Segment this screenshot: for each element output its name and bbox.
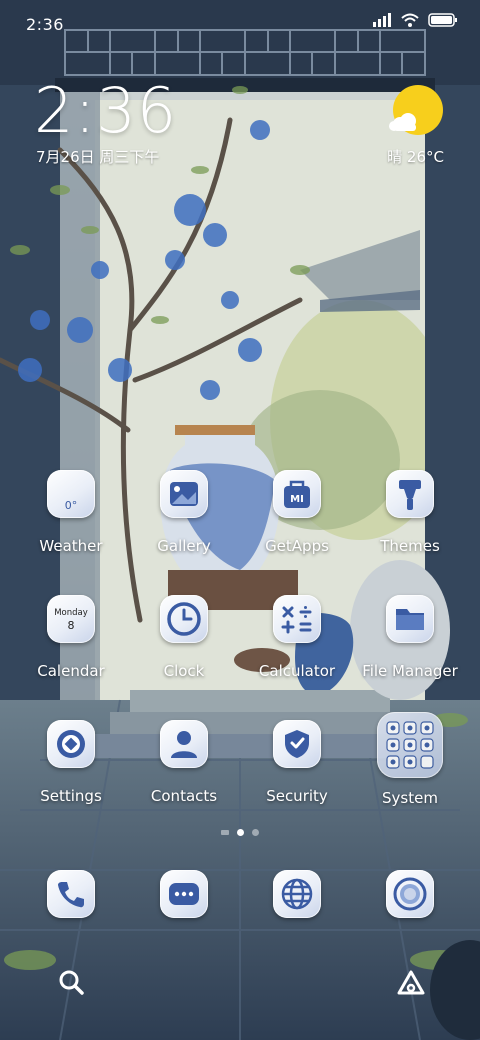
folder-system[interactable]: System [355, 712, 465, 807]
settings-icon [47, 720, 95, 768]
app-label: Clock [163, 662, 205, 680]
app-getapps[interactable]: MI GetApps [242, 470, 352, 555]
calendar-icon: Monday 8 [47, 595, 95, 643]
weather-temp: 晴 26°C [387, 148, 444, 166]
search-icon[interactable] [57, 968, 87, 998]
clock-icon [160, 595, 208, 643]
app-label: Security [266, 787, 328, 805]
app-weather[interactable]: 0° Weather [16, 470, 126, 555]
calendar-icon-date: 8 [68, 619, 75, 632]
app-label: Weather [39, 537, 103, 555]
page-dot[interactable] [252, 829, 259, 836]
status-icons [372, 12, 458, 28]
dock-browser[interactable] [242, 870, 352, 918]
home-date: 7月26日 周三下午 [36, 148, 160, 166]
app-label: Calendar [37, 662, 105, 680]
gallery-icon [160, 470, 208, 518]
app-settings[interactable]: Settings [16, 720, 126, 805]
assistant-icon[interactable] [395, 968, 427, 998]
app-label: Contacts [150, 787, 218, 805]
getapps-icon: MI [273, 470, 321, 518]
calendar-icon-day: Monday [54, 608, 88, 618]
app-gallery[interactable]: Gallery [129, 470, 239, 555]
bottom-bar [0, 960, 480, 1010]
app-label: Gallery [157, 537, 211, 555]
app-contacts[interactable]: Contacts [129, 720, 239, 805]
app-label: Themes [380, 537, 440, 555]
battery-icon [428, 13, 457, 27]
app-calendar[interactable]: Monday 8 Calendar [16, 595, 126, 680]
status-bar: 2:36 [0, 0, 480, 48]
sunny-icon [389, 85, 443, 135]
folder-grid-icon [377, 712, 443, 778]
contacts-icon [160, 720, 208, 768]
app-file-manager[interactable]: File Manager [355, 595, 465, 680]
app-clock[interactable]: Clock [129, 595, 239, 680]
dock-phone[interactable] [16, 870, 126, 918]
app-security[interactable]: Security [242, 720, 352, 805]
page-indicator[interactable] [0, 829, 480, 836]
dock-camera[interactable] [355, 870, 465, 918]
page-dot-active[interactable] [237, 829, 244, 836]
home-clock[interactable]: 2:36 [34, 80, 177, 142]
app-label: File Manager [362, 662, 458, 680]
signal-icon [373, 13, 391, 27]
wifi-icon [401, 13, 419, 27]
app-calculator[interactable]: Calculator [242, 595, 352, 680]
camera-icon [386, 870, 434, 918]
app-themes[interactable]: Themes [355, 470, 465, 555]
weather-icon-temp: 0° [65, 499, 78, 512]
app-label: GetApps [265, 537, 329, 555]
dock-messages[interactable] [129, 870, 239, 918]
themes-icon [386, 470, 434, 518]
status-time: 2:36 [26, 15, 64, 34]
app-label: System [382, 789, 438, 807]
page-dot-minus1[interactable] [221, 830, 229, 835]
app-label: Calculator [258, 662, 336, 680]
getapps-icon-text: MI [290, 494, 304, 505]
weather-icon: 0° [47, 470, 95, 518]
folder-icon [386, 595, 434, 643]
shield-icon [273, 720, 321, 768]
phone-icon [47, 870, 95, 918]
app-label: Settings [40, 787, 102, 805]
globe-icon [273, 870, 321, 918]
message-icon [160, 870, 208, 918]
calculator-icon [273, 595, 321, 643]
